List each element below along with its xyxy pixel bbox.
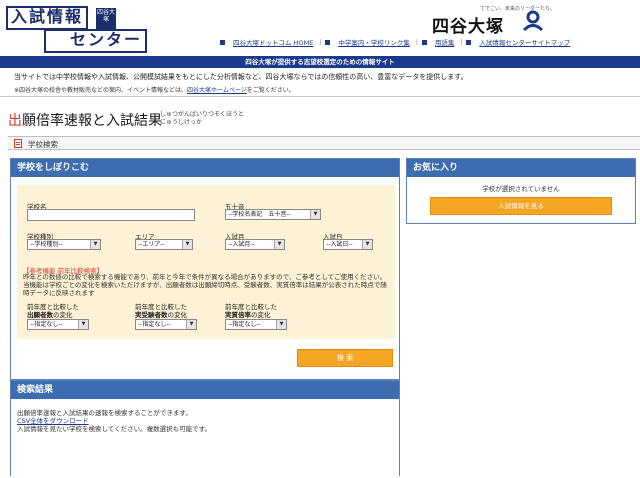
page-title-rest: 願倍率速報と入試結果 <box>22 113 162 129</box>
cmp-applicants-bold: 出願者数 <box>27 311 53 319</box>
cmp-examinees-bold: 実受験者数 <box>135 311 168 319</box>
cmp-applicants-label2: 出願者数の変化 <box>27 309 73 319</box>
intro-sub-suffix: をご覧ください。 <box>246 87 295 94</box>
nav-link-home[interactable]: 四谷大塚ドットコム HOME <box>227 37 319 47</box>
yotsuya-homepage-link[interactable]: 四谷大塚ホームページ <box>187 87 247 94</box>
site-banner: 四谷大塚が提供する志望校選定のための情報サイト <box>0 56 640 68</box>
results-line3: 入試情報を見たい学校を検索してください。複数選択も可能です。 <box>17 425 211 433</box>
search-button[interactable]: 検 索 <box>297 349 393 367</box>
site-logo[interactable]: 入試情報 四谷大塚 センター <box>4 4 154 53</box>
cmp-ratio-select[interactable]: --指定なし-- <box>225 319 287 330</box>
list-icon <box>14 139 22 148</box>
exam-day-select[interactable]: --入試日-- <box>323 239 373 250</box>
brand-name: 四谷大塚 <box>432 17 504 37</box>
logo-line1: 入試情報 <box>6 6 89 30</box>
results-title: 検索結果 <box>11 381 399 399</box>
favorites-title: お気に入り <box>407 159 635 177</box>
nav-link-schools[interactable]: 中学案内・学校リンク集 <box>332 37 416 47</box>
cmp-examinees-select[interactable]: --指定なし-- <box>135 319 197 330</box>
cmp-examinees-suffix: の変化 <box>167 311 188 319</box>
page-title: 出願倍率速報と入試結果 <box>8 110 162 130</box>
favorites-panel: お気に入り 学校が選択されていません 入試情報を見る <box>406 158 636 224</box>
nav-link-sitemap[interactable]: 入試情報センターサイトマップ <box>473 37 576 47</box>
brand-logo[interactable]: てでこい、未来のリーダーたち。 四谷大塚 <box>432 4 632 37</box>
filter-panel-title: 学校をしぼりこむ <box>11 159 399 177</box>
results-description: 出願倍率速報と入試結果の速報を検索することができます。 CSV全体をダウンロード… <box>17 409 393 433</box>
logo-line2-text: センター <box>70 30 143 49</box>
intro-text: 当サイトでは中学校情報や入試情報、公開模試結果をもとにした分析情報など、四谷大塚… <box>14 72 634 94</box>
ruby-line2: にゅうしけっか <box>160 119 203 126</box>
intro-sub-prefix: ※四谷大塚の校舎や教材販売などの案内、イベント情報などは、 <box>14 87 188 94</box>
cmp-examinees-label2: 実受験者数の変化 <box>135 309 187 319</box>
section-tab-school-search: 学校検索 <box>8 136 640 150</box>
school-type-select[interactable]: --学校種別-- <box>27 239 101 250</box>
area-select[interactable]: --エリア-- <box>135 239 193 250</box>
logo-side-mark: 四谷大塚 <box>96 8 116 30</box>
filter-form: 学校名 五十音 --学校名表記 五十音-- 学校種別 --学校種別-- エリア … <box>17 185 395 339</box>
site-header: 入試情報 四谷大塚 センター てでこい、未来のリーダーたち。 四谷大塚 四谷大塚… <box>0 0 640 56</box>
top-nav: 四谷大塚ドットコム HOME | 中学案内・学校リンク集 | 用語集 | 入試情… <box>220 36 640 48</box>
nav-bullet-icon <box>466 39 472 45</box>
results-line1: 出願倍率速報と入試結果の速報を検索することができます。 <box>17 409 192 417</box>
brand-person-icon <box>522 10 544 32</box>
divider <box>0 96 640 97</box>
favorites-empty-text: 学校が選択されていません <box>482 185 560 193</box>
nav-bullet-icon <box>421 39 427 45</box>
school-filter-panel: 学校をしぼりこむ 学校名 五十音 --学校名表記 五十音-- 学校種別 --学校… <box>10 158 400 380</box>
page-title-first: 出 <box>8 113 22 129</box>
nav-separator: | <box>415 38 418 46</box>
nav-separator: | <box>319 38 322 46</box>
cmp-ratio-bold: 実質倍率 <box>225 311 251 319</box>
search-results-panel: 検索結果 出願倍率速報と入試結果の速報を検索することができます。 CSV全体をダ… <box>10 380 400 476</box>
nav-bullet-icon <box>220 39 225 45</box>
page-title-ruby: しゅつがんばいりつそくほうと にゅうしけっか <box>160 111 270 127</box>
compare-feature-note: 昨年との数値の比較で検索する機能であり、前年と今年で条件が異なる場合がありますの… <box>23 273 387 297</box>
intro-sub: ※四谷大塚の校舎や教材販売などの案内、イベント情報などは、四谷大塚ホームページを… <box>14 85 634 94</box>
logo-line2: センター <box>44 29 148 53</box>
gojuon-select[interactable]: --学校名表記 五十音-- <box>225 209 321 220</box>
cmp-ratio-suffix: の変化 <box>251 311 271 319</box>
nav-link-glossary[interactable]: 用語集 <box>429 37 461 47</box>
cmp-ratio-label2: 実質倍率の変化 <box>225 309 271 319</box>
cmp-applicants-suffix: の変化 <box>53 311 73 319</box>
csv-download-link[interactable]: CSV全体をダウンロード <box>17 417 393 425</box>
nav-separator: | <box>460 38 463 46</box>
cmp-applicants-select[interactable]: --指定なし-- <box>27 319 89 330</box>
nav-bullet-icon <box>325 39 331 45</box>
ruby-line1: しゅつがんばいりつそくほうと <box>160 111 245 118</box>
section-tab-label: 学校検索 <box>28 140 58 149</box>
exam-month-select[interactable]: --入試月-- <box>225 239 285 250</box>
school-name-input[interactable] <box>27 209 195 221</box>
view-exam-info-button[interactable]: 入試情報を見る <box>430 197 612 215</box>
intro-main: 当サイトでは中学校情報や入試情報、公開模試結果をもとにした分析情報など、四谷大塚… <box>14 73 468 81</box>
